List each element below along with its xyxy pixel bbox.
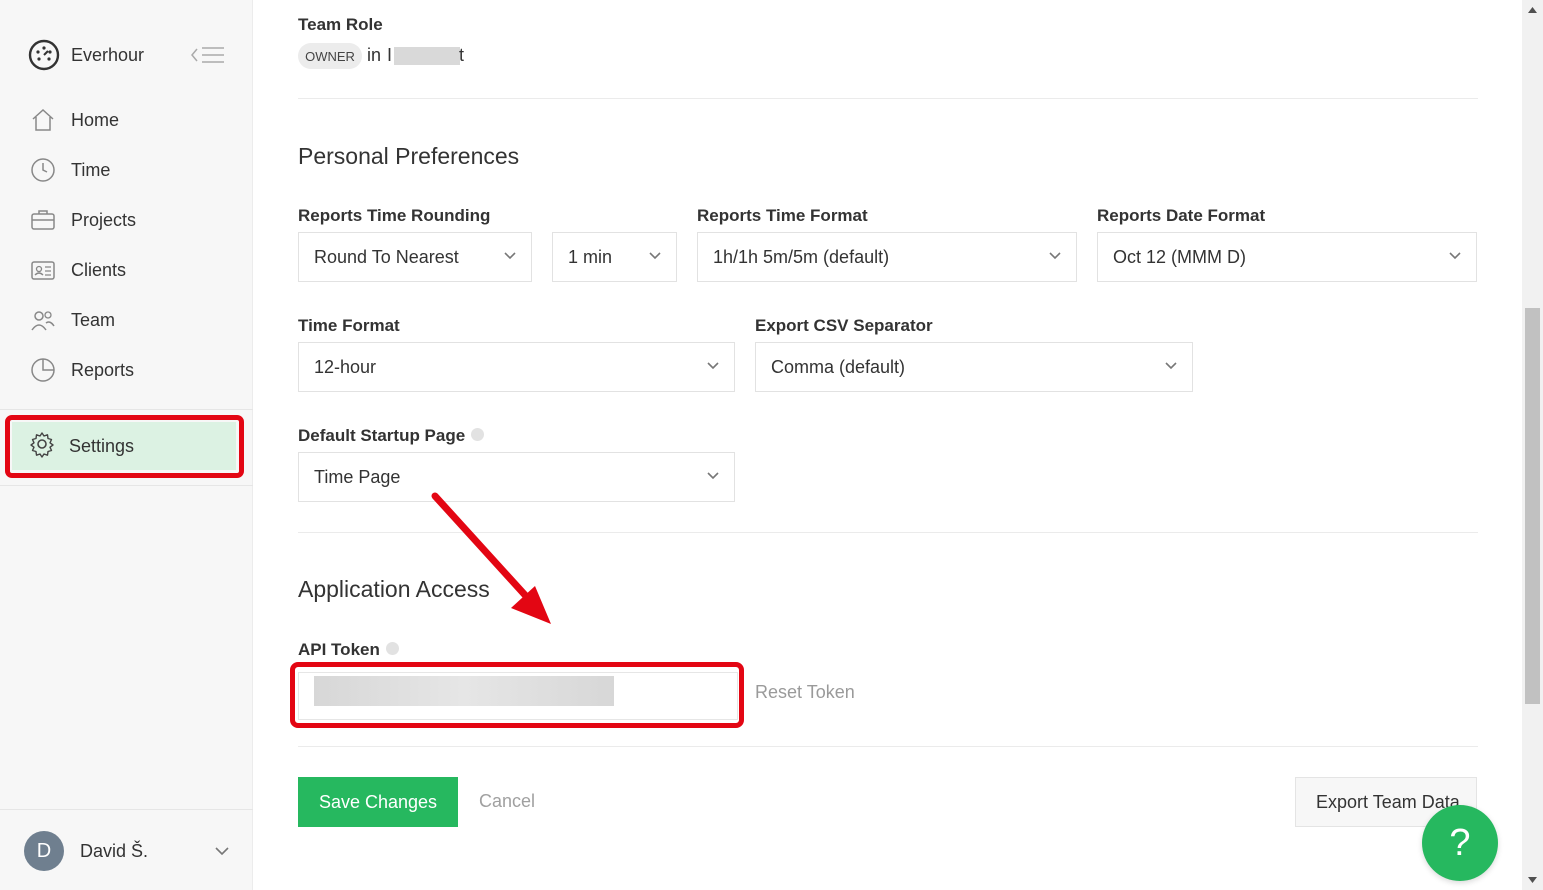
chevron-down-icon [649,252,661,260]
sidebar-item-clients[interactable]: Clients [28,250,228,290]
redacted-team-name [394,47,460,65]
sidebar-item-reports[interactable]: Reports [28,350,228,390]
clock-icon [28,155,58,185]
sidebar-divider [0,409,253,410]
chevron-down-icon [1449,252,1461,260]
select-value: Round To Nearest [314,246,459,267]
info-icon[interactable] [471,428,485,442]
role-badge: OWNER [298,43,362,69]
reset-token-link[interactable]: Reset Token [755,682,855,703]
default-startup-page-select[interactable]: Time Page [298,452,735,502]
select-value: Time Page [314,466,401,487]
section-divider [298,532,1478,533]
rounding-step-select[interactable]: 1 min [552,232,677,282]
select-value: 12-hour [314,356,377,377]
chevron-down-icon [1049,252,1061,260]
section-divider [298,746,1478,747]
personal-preferences-heading: Personal Preferences [298,143,520,169]
home-icon [28,105,58,135]
api-token-label: API Token [298,640,399,660]
team-role-label: Team Role [298,15,383,34]
chevron-down-icon [707,472,719,480]
default-startup-page-label-text: Default Startup Page [298,426,466,445]
sidebar: Everhour Home Time Projects Clients Team… [0,0,253,890]
select-value: Oct 12 (MMM D) [1113,246,1246,267]
team-icon [28,305,58,335]
save-changes-button[interactable]: Save Changes [298,777,458,827]
page-scrollbar[interactable] [1522,0,1543,890]
reports-time-format-select[interactable]: 1h/1h 5m/5m (default) [697,232,1077,282]
chevron-down-icon [707,362,719,370]
scroll-up-arrow-icon[interactable] [1527,6,1538,14]
chevron-down-icon [1165,362,1177,370]
scrollbar-thumb[interactable] [1525,308,1540,704]
sidebar-item-label: Clients [71,259,127,280]
avatar: D [24,831,64,871]
default-startup-page-label: Default Startup Page [298,426,485,446]
export-csv-separator-select[interactable]: Comma (default) [755,342,1193,392]
reports-time-rounding-select[interactable]: Round To Nearest [298,232,532,282]
time-format-label: Time Format [298,316,400,335]
chevron-down-icon [504,252,516,260]
sidebar-item-team[interactable]: Team [28,300,228,340]
api-token-label-text: API Token [298,640,380,659]
scroll-down-arrow-icon[interactable] [1527,876,1538,884]
sidebar-item-label: Home [71,109,120,130]
section-divider [298,98,1478,99]
sidebar-item-time[interactable]: Time [28,150,228,190]
cancel-button[interactable]: Cancel [479,791,535,812]
team-name-start: I [387,45,393,65]
reports-time-format-label: Reports Time Format [697,206,868,225]
export-team-data-label: Export Team Data [1316,791,1460,812]
sidebar-item-label: Projects [71,209,137,230]
sidebar-divider [0,485,253,486]
sidebar-item-settings[interactable]: Settings [12,422,236,470]
sidebar-item-label: Team [71,309,116,330]
reports-time-rounding-label: Reports Time Rounding [298,206,491,225]
settings-main: Team Role OWNER in I t Personal Preferen… [253,0,1523,890]
reports-date-format-label: Reports Date Format [1097,206,1266,225]
sidebar-item-projects[interactable]: Projects [28,200,228,240]
select-value: 1 min [568,246,613,267]
help-button[interactable]: ? [1422,805,1498,881]
everhour-logo-icon [28,39,60,71]
team-name-end: t [459,45,465,65]
user-name: David Š. [80,841,149,861]
redacted-api-token [314,676,614,706]
time-format-select[interactable]: 12-hour [298,342,735,392]
chevron-down-icon [215,847,229,856]
user-menu[interactable]: D David Š. [0,809,253,890]
gear-icon [28,430,56,463]
brand[interactable]: Everhour [28,38,144,72]
select-value: Comma (default) [771,356,906,377]
select-value: 1h/1h 5m/5m (default) [713,246,890,267]
export-csv-separator-label: Export CSV Separator [755,316,933,335]
info-icon[interactable] [385,642,399,656]
application-access-heading: Application Access [298,576,490,602]
pie-chart-icon [28,355,58,385]
brand-name: Everhour [71,44,145,65]
sidebar-item-label: Settings [69,435,135,456]
reports-date-format-select[interactable]: Oct 12 (MMM D) [1097,232,1477,282]
clients-icon [28,255,58,285]
collapse-sidebar-icon[interactable] [190,44,226,66]
api-token-field[interactable] [298,672,738,720]
sidebar-item-home[interactable]: Home [28,100,228,140]
sidebar-item-label: Time [71,159,111,180]
briefcase-icon [28,205,58,235]
red-arrow-annotation [431,492,551,624]
sidebar-item-label: Reports [71,359,135,380]
team-in-text: in [367,45,382,65]
